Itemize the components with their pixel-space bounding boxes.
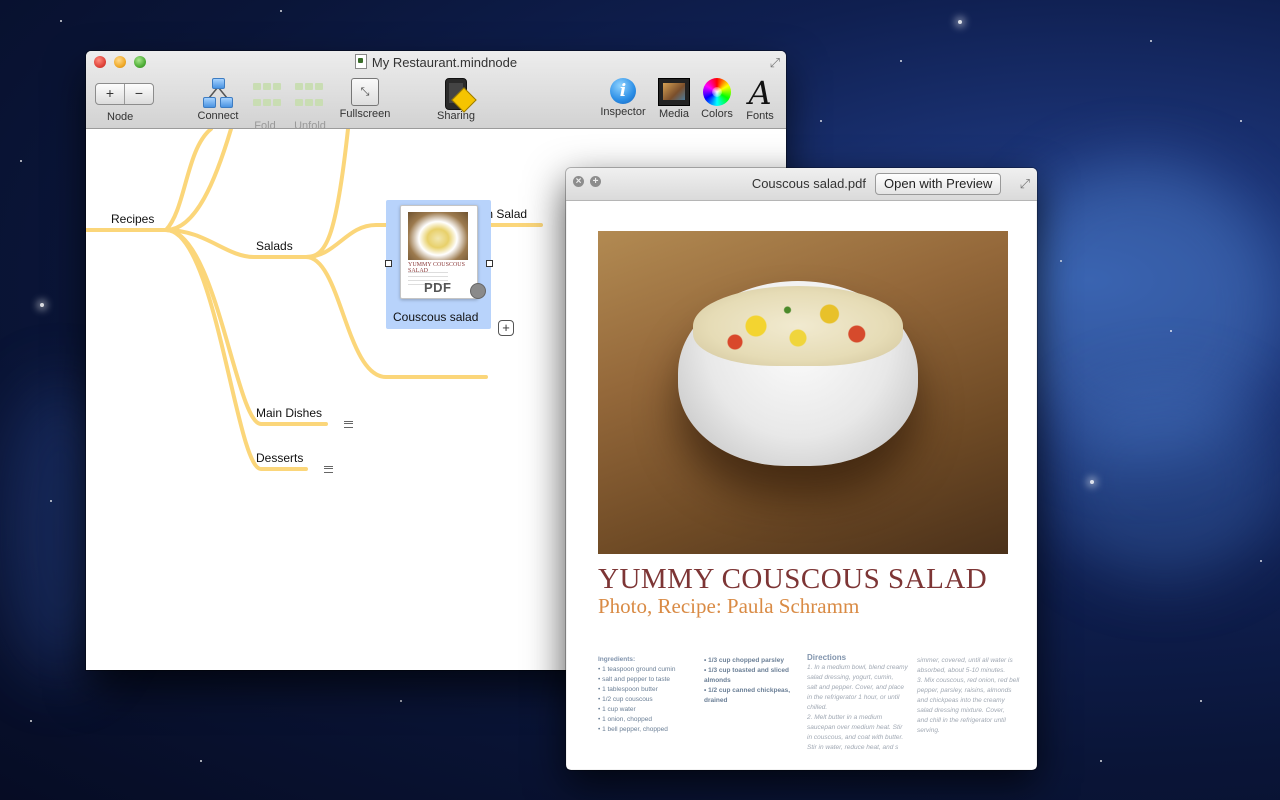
pdf-badge: PDF (424, 280, 452, 295)
fonts-icon: A (748, 74, 772, 112)
close-icon[interactable]: × (573, 176, 584, 187)
direction-line: saucepan over medium heat. Stir (807, 724, 903, 731)
fullscreen-icon: ⤡ (351, 78, 379, 106)
direction-line: chilled. (807, 704, 828, 711)
fold-button[interactable]: Fold (248, 78, 282, 132)
ingredient-line: • 1 teaspoon ground cumin (598, 666, 676, 673)
link-arrow-icon (470, 283, 486, 299)
ingredients-column-2: • 1/3 cup chopped parsley • 1/3 cup toas… (704, 656, 790, 706)
toolbar: My Restaurant.mindnode ⤢ + − Node Connec… (86, 51, 786, 132)
fullscreen-button[interactable]: ⤡ Fullscreen (336, 78, 394, 120)
direction-line: and chill in the refrigerator until (917, 717, 1006, 724)
color-wheel-icon (703, 78, 731, 106)
colors-label: Colors (701, 108, 733, 120)
direction-line: salt and pepper. Cover, and place (807, 684, 904, 691)
inspector-label: Inspector (600, 106, 646, 118)
directions-column-1: Directions 1. In a medium bowl, blend cr… (807, 653, 908, 753)
unfold-button[interactable]: Unfold (289, 78, 331, 132)
direction-line: in couscous, and coat with butter. (807, 734, 904, 741)
quicklook-window: × + Couscous salad.pdf Open with Preview… (566, 168, 1037, 770)
node-couscous-salad[interactable]: YUMMY COUSCOUS SALAD PDF Couscous salad (386, 200, 491, 329)
salad-photo (598, 231, 1008, 554)
direction-line: 3. Mix couscous, red onion, red bell (917, 677, 1020, 684)
direction-line: salad dressing mixture. Cover, (917, 707, 1005, 714)
resize-handle-left[interactable] (385, 260, 392, 267)
ingredient-line: • 1 bell pepper, chopped (598, 726, 668, 733)
fullscreen-icon[interactable]: ⤢ (1020, 176, 1030, 192)
colors-button[interactable]: Colors (697, 78, 737, 120)
quicklook-filename: Couscous salad.pdf (751, 176, 866, 191)
node-segmented-control: + − (95, 83, 154, 105)
fonts-button[interactable]: A Fonts (742, 74, 778, 122)
direction-line: Stir in water, reduce heat, and s (807, 744, 899, 751)
media-button[interactable]: Media (655, 78, 693, 120)
connect-label: Connect (197, 110, 239, 122)
fold-icon (248, 78, 288, 118)
document-icon (354, 54, 367, 69)
direction-line: serving. (917, 727, 940, 734)
direction-line: 2. Melt butter in a medium (807, 714, 883, 721)
enter-fullscreen-icon[interactable]: ⤢ (770, 55, 780, 71)
ingredient-line: almonds (704, 677, 731, 684)
fullscreen-label: Fullscreen (339, 108, 391, 120)
remove-node-button[interactable]: − (125, 84, 153, 104)
recipe-title: YUMMY COUSCOUS SALAD (598, 563, 988, 595)
ingredients-column-1: Ingredients: • 1 teaspoon ground cumin •… (598, 655, 675, 735)
pdf-page: YUMMY COUSCOUS SALAD Photo, Recipe: Paul… (567, 201, 1036, 769)
node-label: Node (107, 111, 134, 123)
ingredient-line: • 1 onion, chopped (598, 716, 652, 723)
direction-line: simmer, covered, until all water is (917, 657, 1013, 664)
direction-line: in the refrigerator 1 hour, or until (807, 694, 900, 701)
add-node-button[interactable]: + (96, 84, 125, 104)
sharing-icon (445, 78, 477, 113)
directions-column-2: simmer, covered, until all water is abso… (917, 656, 1019, 736)
ingredient-line: • 1/2 cup canned chickpeas, (704, 687, 791, 694)
ingredient-line: drained (704, 697, 728, 704)
info-icon: i (610, 78, 636, 104)
direction-line: salad dressing, yogurt, cumin, (807, 674, 894, 681)
connect-icon (203, 78, 233, 108)
node-recipes[interactable]: Recipes (111, 212, 154, 226)
direction-line: absorbed, about 5-10 minutes. (917, 667, 1006, 674)
ingredient-line: • 1 tablespoon butter (598, 686, 658, 693)
recipe-subtitle: Photo, Recipe: Paula Schramm (598, 594, 860, 618)
node-salads[interactable]: Salads (256, 239, 293, 253)
node-couscous-label: Couscous salad (393, 310, 479, 324)
sharing-label: Sharing (437, 110, 475, 122)
ingredient-line: • salt and pepper to taste (598, 676, 671, 683)
direction-line: 1. In a medium bowl, blend creamy (807, 664, 908, 671)
direction-line: and chickpeas into the creamy (917, 697, 1005, 704)
add-child-node-button[interactable]: + (498, 320, 514, 336)
collapsed-children-icon[interactable] (324, 466, 333, 473)
unfold-icon (290, 78, 330, 118)
resize-handle-right[interactable] (486, 260, 493, 267)
collapsed-children-icon[interactable] (344, 421, 353, 428)
ingredient-line: • 1 cup water (598, 706, 636, 713)
node-desserts[interactable]: Desserts (256, 451, 303, 465)
expand-icon[interactable]: + (590, 176, 601, 187)
sharing-button[interactable]: Sharing (432, 78, 480, 122)
inspector-button[interactable]: i Inspector (595, 78, 651, 118)
directions-heading: Directions (807, 653, 847, 662)
direction-line: pepper, parsley, raisins, almonds (917, 687, 1012, 694)
window-title: My Restaurant.mindnode (86, 54, 786, 70)
window-title-text: My Restaurant.mindnode (371, 55, 518, 70)
ingredient-line: • 1/3 cup toasted and sliced (704, 667, 789, 674)
ingredients-heading: Ingredients: (598, 656, 636, 663)
media-icon (658, 78, 690, 106)
connect-button[interactable]: Connect (194, 78, 242, 122)
media-label: Media (659, 108, 689, 120)
ingredient-line: • 1/2 cup couscous (598, 696, 653, 703)
quicklook-titlebar: × + Couscous salad.pdf Open with Preview… (566, 168, 1037, 201)
open-with-preview-button[interactable]: Open with Preview (875, 173, 1002, 195)
ingredient-line: • 1/3 cup chopped parsley (704, 657, 784, 664)
node-main-dishes[interactable]: Main Dishes (256, 406, 322, 420)
